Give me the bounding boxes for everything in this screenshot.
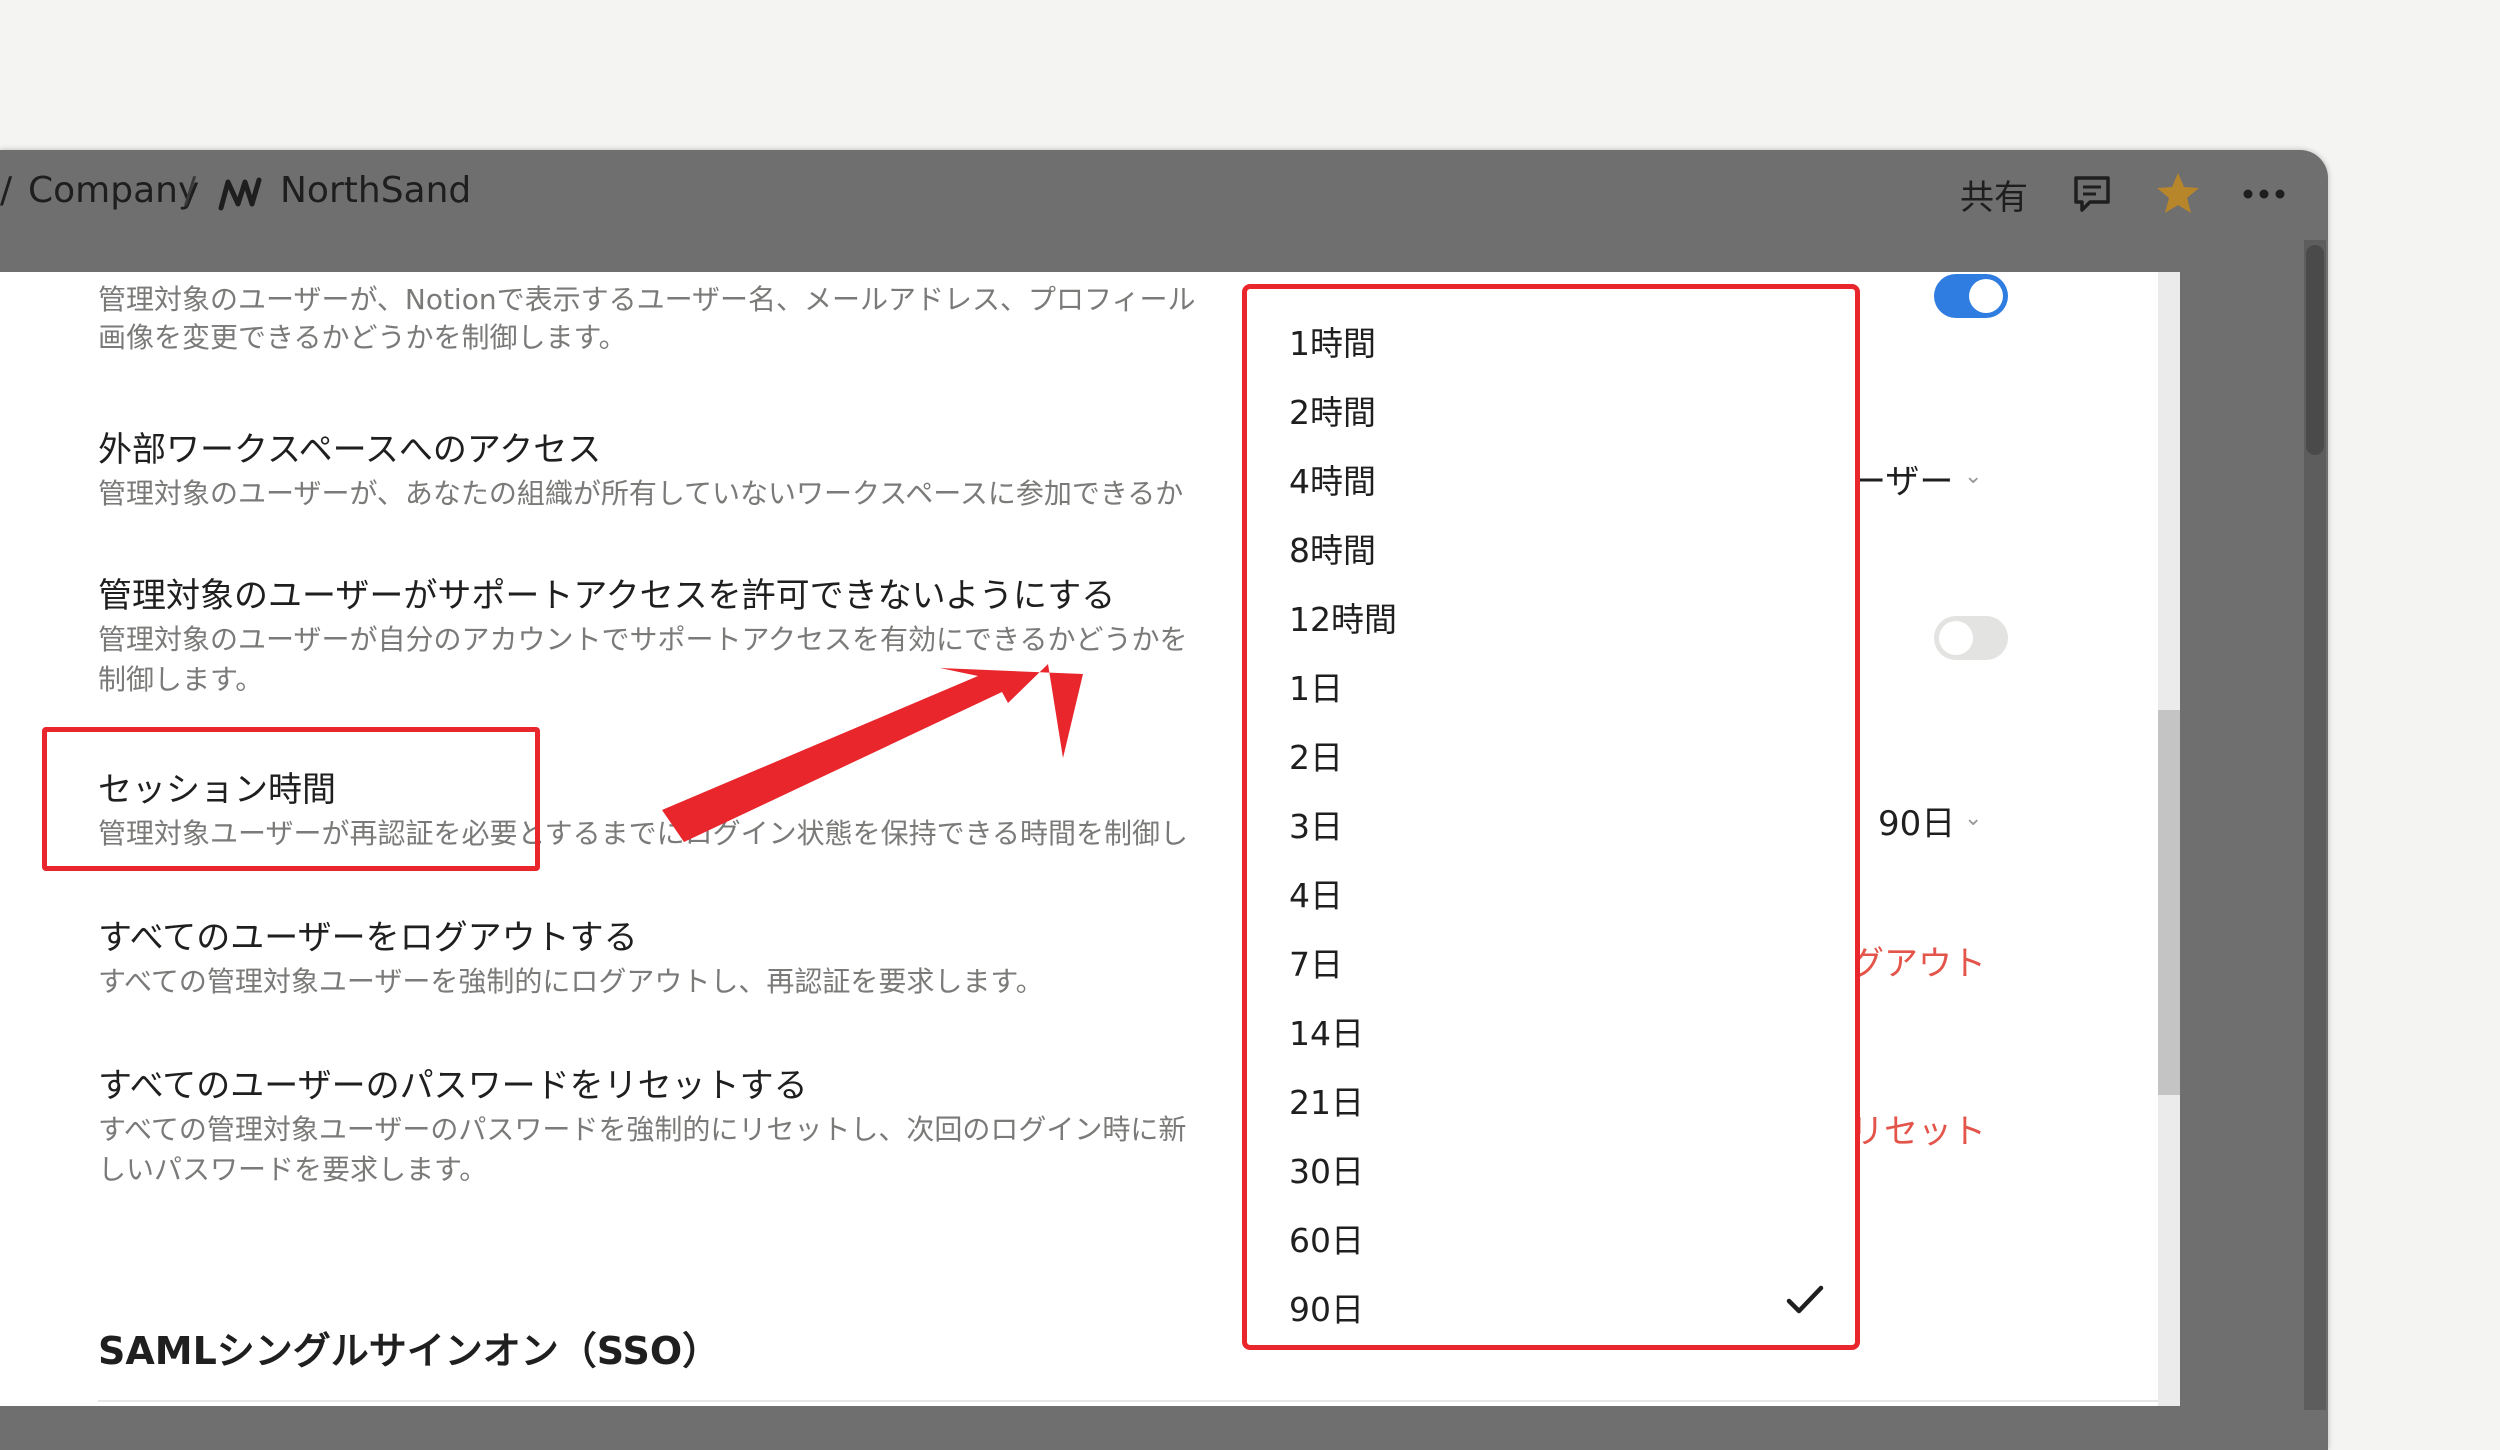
toggle-knob (1969, 279, 2003, 313)
dropdown-option[interactable]: 3日 (1289, 800, 1343, 848)
share-button[interactable]: 共有 (1960, 170, 2028, 219)
section-divider (98, 1400, 2158, 1402)
checkmark-icon (1786, 1285, 1824, 1314)
dropdown-option[interactable]: 21日 (1289, 1076, 1364, 1124)
session-duration-dropdown: 1時間 2時間 4時間 8時間 12時間 1日 2日 3日 4日 7日 14日 … (1242, 284, 1860, 1350)
breadcrumb-workspace[interactable]: NorthSand (280, 170, 471, 211)
breadcrumb-separator: / (184, 170, 197, 211)
profile-edit-toggle[interactable] (1934, 274, 2008, 318)
dropdown-option[interactable]: 1時間 (1289, 317, 1376, 365)
external-access-title: 外部ワークスペースへのアクセス (98, 430, 602, 470)
reset-password-description: しいパスワードを要求します。 (98, 1153, 488, 1186)
panel-scrollbar-thumb[interactable] (2158, 710, 2180, 1095)
comment-icon[interactable] (2068, 170, 2116, 218)
profile-setting-description: 画像を変更できるかどうかを制御します。 (98, 321, 627, 354)
profile-setting-description: 管理対象のユーザーが、Notionで表示するユーザー名、メールアドレス、プロフィ… (98, 283, 1196, 316)
reset-password-button[interactable]: リセット (1850, 1104, 1986, 1153)
external-access-description: 管理対象のユーザーが、あなたの組織が所有していないワークスペースに参加できるか (98, 477, 1184, 510)
external-access-select[interactable]: ーザー (1852, 454, 1953, 503)
dropdown-option[interactable]: 14日 (1289, 1007, 1364, 1055)
dropdown-option[interactable]: 30日 (1289, 1145, 1364, 1193)
reset-password-title: すべてのユーザーのパスワードをリセットする (98, 1066, 808, 1106)
dropdown-option[interactable]: 12時間 (1289, 593, 1397, 641)
dropdown-option[interactable]: 2時間 (1289, 386, 1376, 434)
support-access-description: 制御します。 (98, 663, 264, 696)
dropdown-option[interactable]: 7日 (1289, 938, 1343, 986)
dropdown-option-selected[interactable]: 90日 (1289, 1283, 1364, 1331)
support-access-description: 管理対象のユーザーが自分のアカウントでサポートアクセスを有効にできるかどうかを (98, 623, 1188, 656)
dropdown-option[interactable]: 4日 (1289, 869, 1343, 917)
support-access-title: 管理対象のユーザーがサポートアクセスを許可できないようにする (98, 576, 1116, 616)
logout-all-title: すべてのユーザーをログアウトする (98, 918, 638, 958)
toggle-knob (1939, 621, 1973, 655)
dropdown-option[interactable]: 4時間 (1289, 455, 1376, 503)
workspace-logo-icon (218, 177, 262, 211)
reset-password-description: すべての管理対象ユーザーのパスワードを強制的にリセットし、次回のログイン時に新 (98, 1113, 1187, 1146)
more-icon[interactable] (2240, 170, 2288, 218)
dropdown-option[interactable]: 2日 (1289, 731, 1343, 779)
star-icon[interactable] (2154, 170, 2202, 218)
logout-all-description: すべての管理対象ユーザーを強制的にログアウトし、再認証を要求します。 (98, 965, 1044, 998)
saml-sso-heading: SAMLシングルサインオン（SSO） (98, 1329, 721, 1373)
session-duration-select[interactable]: 90日 (1878, 796, 1955, 845)
chevron-down-icon: ⌄ (1964, 806, 1983, 831)
session-highlight-box (42, 727, 540, 871)
chevron-down-icon: ⌄ (1964, 464, 1983, 489)
dropdown-option[interactable]: 60日 (1289, 1214, 1364, 1262)
logout-all-button[interactable]: グアウト (1850, 936, 1986, 985)
breadcrumb-company[interactable]: Company (28, 170, 199, 211)
breadcrumb-separator: / (0, 170, 13, 211)
dropdown-option[interactable]: 1日 (1289, 662, 1343, 710)
dropdown-option[interactable]: 8時間 (1289, 524, 1376, 572)
window-scrollbar-thumb[interactable] (2306, 245, 2324, 455)
support-access-toggle[interactable] (1934, 616, 2008, 660)
